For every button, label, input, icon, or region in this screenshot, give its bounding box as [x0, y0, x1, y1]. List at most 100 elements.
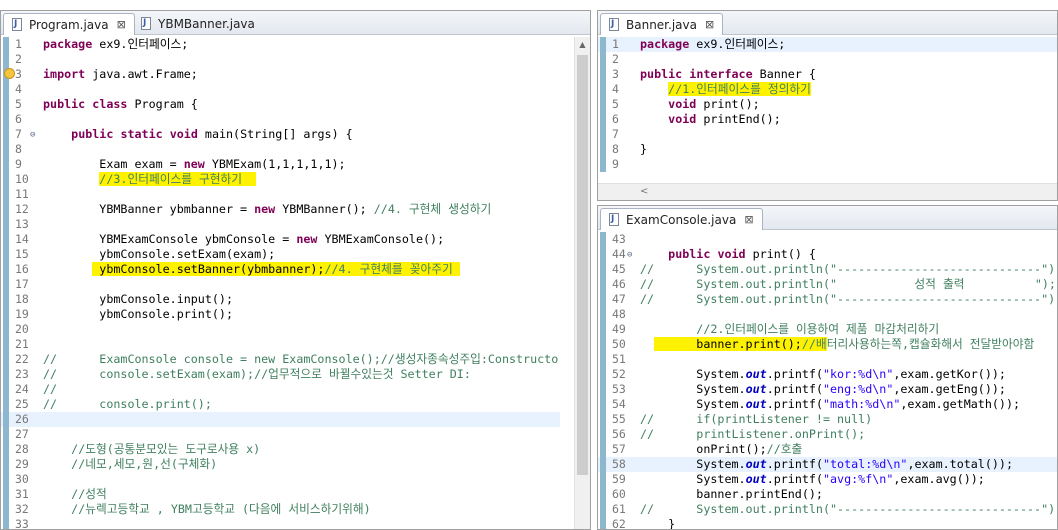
scroll-up-arrow-icon[interactable]: ▲ [575, 37, 590, 53]
tab-program-java[interactable]: J Program.java ⊠ [3, 13, 135, 35]
code-line[interactable]: 62 } [598, 517, 1057, 529]
code-line[interactable]: 7 [598, 127, 1057, 142]
line-number: 2 [612, 52, 619, 66]
code-line[interactable]: 5 void print(); [598, 97, 1057, 112]
code-line[interactable]: 52 System.out.printf("kor:%d\n",exam.get… [598, 367, 1057, 382]
examconsole-editor-pane: J ExamConsole.java ⊠ 43 44 ⊖ public void p… [597, 205, 1058, 530]
warning-lightbulb-icon[interactable] [4, 68, 15, 79]
line-number: 30 [15, 472, 29, 486]
scrollbar-thumb[interactable] [577, 55, 588, 475]
code-line[interactable]: 14 YBMExamConsole ybmConsole = new YBMEx… [1, 232, 590, 247]
code-line[interactable]: 2 [1, 52, 590, 67]
code-line[interactable]: 53 System.out.printf("eng:%d\n",exam.get… [598, 382, 1057, 397]
code-line[interactable]: 57 onPrint();//호출 [598, 442, 1057, 457]
code-line[interactable]: 60 banner.printEnd(); [598, 487, 1057, 502]
code-line[interactable]: 48 [598, 307, 1057, 322]
code-line[interactable]: 1 package ex9.인터페이스; [1, 37, 590, 52]
code-line[interactable]: 50 banner.print();//배터리사용하는쪽,캡슐화해서 전달받아야… [598, 337, 1057, 352]
code-text: public interface Banner { [640, 67, 816, 81]
code-line[interactable]: 26 [1, 412, 590, 427]
code-line[interactable]: 29 //네모,세모,원,선(구체화) [1, 457, 590, 472]
code-line[interactable]: 3 public interface Banner { [598, 67, 1057, 82]
fold-collapse-icon[interactable]: ⊖ [627, 248, 632, 263]
code-line[interactable]: 12 YBMBanner ybmbanner = new YBMBanner()… [1, 202, 590, 217]
line-number: 5 [612, 97, 619, 111]
code-line[interactable]: 9 [598, 157, 1057, 172]
examconsole-code-area[interactable]: 43 44 ⊖ public void print() {45// System.o… [598, 232, 1057, 529]
code-line[interactable]: 8 [1, 142, 590, 157]
banner-code-area[interactable]: 1 package ex9.인터페이스; 2 3 public interface Ba… [598, 37, 1057, 200]
code-text: // System.out.println("-----------------… [640, 502, 1057, 516]
line-number: 3 [15, 67, 22, 81]
code-line[interactable]: 9 Exam exam = new YBMExam(1,1,1,1,1); [1, 157, 590, 172]
code-line[interactable]: 15 ybmConsole.setExam(exam); [1, 247, 590, 262]
line-number: 58 [612, 457, 626, 471]
code-line[interactable]: 59 System.out.printf("avg:%f\n",exam.avg… [598, 472, 1057, 487]
code-line[interactable]: 24 // [1, 382, 590, 397]
code-line[interactable]: 22 // ExamConsole console = new ExamConso… [1, 352, 590, 367]
line-number: 56 [612, 427, 626, 441]
code-line[interactable]: 30 [1, 472, 590, 487]
scroll-left-arrow-icon[interactable]: < [640, 186, 648, 197]
code-line[interactable]: 21 [1, 337, 590, 352]
line-number: 46 [612, 277, 626, 291]
fold-collapse-icon[interactable]: ⊖ [30, 128, 35, 143]
code-text: //도형(공통분모있는 도구로사용 x) [71, 442, 261, 456]
code-line[interactable]: 54 System.out.printf("math:%d\n",exam.ge… [598, 397, 1057, 412]
line-number: 10 [15, 172, 29, 186]
line-number: 7 [15, 127, 22, 141]
code-line[interactable]: 28 //도형(공통분모있는 도구로사용 x) [1, 442, 590, 457]
code-line[interactable]: 23 // console.setExam(exam);//업무적으로 바뀔수있는… [1, 367, 590, 382]
tab-banner-java[interactable]: J Banner.java ⊠ [600, 13, 724, 35]
close-tab-icon[interactable]: ⊠ [744, 213, 753, 226]
code-line[interactable]: 6 void printEnd(); [598, 112, 1057, 127]
code-line[interactable]: 55 // if(printListener != null) [598, 412, 1057, 427]
line-number: 57 [612, 442, 626, 456]
code-line[interactable]: 32 //뉴렉고등학교 , YBM고등학교 (다음에 서비스하기위해) [1, 502, 590, 517]
code-line[interactable]: 7 ⊖ public static void main(String[] args… [1, 127, 590, 142]
change-marker [600, 352, 606, 367]
code-line[interactable]: 3 import java.awt.Frame; [1, 67, 590, 82]
code-line[interactable]: 1 package ex9.인터페이스; [598, 37, 1057, 52]
line-number: 8 [612, 142, 619, 156]
code-line[interactable]: 44 ⊖ public void print() { [598, 247, 1057, 262]
code-line[interactable]: 5 public class Program { [1, 97, 590, 112]
line-number: 17 [15, 277, 29, 291]
code-line[interactable]: 46 // System.out.println(" 성적 출력 "); [598, 277, 1057, 292]
code-line[interactable]: 18 ybmConsole.input(); [1, 292, 590, 307]
code-line[interactable]: 47 // System.out.println("---------------… [598, 292, 1057, 307]
code-line[interactable]: 4 [1, 82, 590, 97]
close-tab-icon[interactable]: ⊠ [117, 18, 126, 31]
code-line[interactable]: 43 [598, 232, 1057, 247]
vertical-scrollbar[interactable]: ▲ [574, 37, 590, 529]
code-text: package ex9.인터페이스; [43, 37, 189, 51]
code-line[interactable]: 51 [598, 352, 1057, 367]
code-line[interactable]: 13 [1, 217, 590, 232]
code-line[interactable]: 58 System.out.printf("total:%d\n",exam.t… [598, 457, 1057, 472]
code-line[interactable]: 16 ybmConsole.setBanner(ybmbanner);//4. … [1, 262, 590, 277]
tab-examconsole-java[interactable]: J ExamConsole.java ⊠ [600, 208, 763, 230]
code-line[interactable]: 4 //1.인터페이스를 정의하기 [598, 82, 1057, 97]
code-line[interactable]: 19 ybmConsole.print(); [1, 307, 590, 322]
code-line[interactable]: 45 // System.out.println("---------------… [598, 262, 1057, 277]
code-line[interactable]: 10 //3.인터페이스를 구현하기 [1, 172, 590, 187]
code-line[interactable]: 31 //성적 [1, 487, 590, 502]
code-line[interactable]: 17 [1, 277, 590, 292]
code-line[interactable]: 56 // printListener.onPrint(); [598, 427, 1057, 442]
horizontal-scrollbar[interactable]: < [598, 183, 1057, 200]
code-line[interactable]: 49 //2.인터페이스를 이용하여 제품 마감처리하기 [598, 322, 1057, 337]
close-tab-icon[interactable]: ⊠ [705, 18, 714, 31]
code-line[interactable]: 20 [1, 322, 590, 337]
code-line[interactable]: 2 [598, 52, 1057, 67]
code-line[interactable]: 8} [598, 142, 1057, 157]
tab-ybmbanner-java[interactable]: J YBMBanner.java [133, 13, 263, 35]
line-number: 61 [612, 502, 626, 516]
code-line[interactable]: 61 // System.out.println("---------------… [598, 502, 1057, 517]
code-line[interactable]: 6 [1, 112, 590, 127]
code-line[interactable]: 11 [1, 187, 590, 202]
code-line[interactable]: 33 [1, 517, 590, 529]
code-line[interactable]: 25 // console.print(); [1, 397, 590, 412]
code-line[interactable]: 27 [1, 427, 590, 442]
program-code-area[interactable]: 1 package ex9.인터페이스; 2 3 import java.awt.Fra… [1, 37, 590, 529]
program-editor-pane: J Program.java ⊠ J YBMBanner.java 1 packa… [0, 10, 591, 530]
